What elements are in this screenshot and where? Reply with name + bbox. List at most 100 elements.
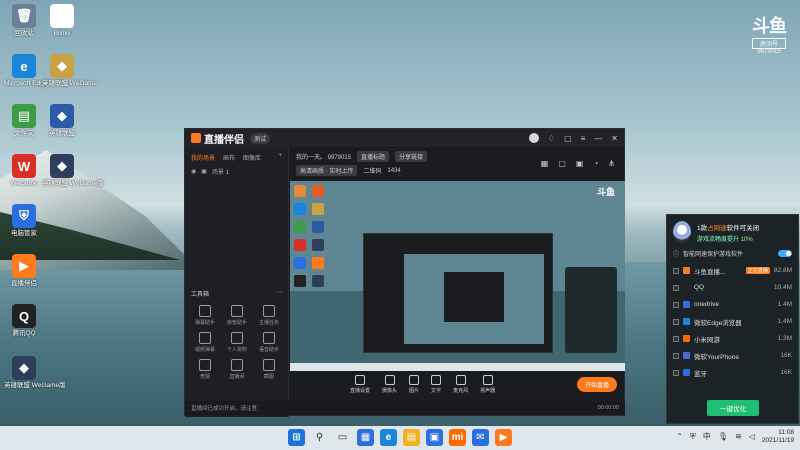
process-checkbox[interactable] bbox=[673, 318, 679, 325]
scene-panel: 我的场景 画布 图像库 + ◉ ▣ 场景 1 工具箱 ⋯ 弹幕助手 房管助手 主播任… bbox=[185, 147, 289, 417]
taskbar-start-icon[interactable]: ⊞ bbox=[288, 429, 305, 446]
tool-icon bbox=[199, 332, 211, 344]
process-checkbox[interactable] bbox=[673, 369, 679, 376]
process-row[interactable]: 微软Edge浏览器 1.4M bbox=[667, 313, 798, 330]
accelerate-toggle[interactable] bbox=[778, 250, 792, 257]
wifi-icon[interactable]: ≋ bbox=[735, 432, 742, 441]
desktop-icon[interactable]: W WeGame bbox=[4, 154, 44, 187]
desktop-icon[interactable]: ▤ 文件夹 bbox=[4, 104, 44, 137]
process-row[interactable]: onedrive 1.4M bbox=[667, 296, 798, 313]
desktop-icon[interactable]: ◆ 英雄联盟 WeGame bbox=[42, 54, 97, 87]
desktop-icon[interactable]: ◆ 英雄联盟 bbox=[42, 104, 82, 137]
tab-image-library[interactable]: 图像库 bbox=[243, 153, 261, 162]
toolbox-item[interactable]: 房管助手 bbox=[221, 305, 253, 326]
bottom-tool[interactable]: 图片 bbox=[409, 375, 419, 394]
bell-icon[interactable]: ◔ bbox=[593, 159, 598, 168]
edit-title-button[interactable]: 直播标题 bbox=[357, 151, 390, 162]
shirt-icon[interactable]: ♢ bbox=[548, 134, 555, 143]
desktop-icon[interactable]: e Microsoft Edge bbox=[4, 54, 47, 87]
go-live-button[interactable]: 开始直播 bbox=[576, 377, 617, 392]
accelerate-label: 智能网速保护游戏软件 bbox=[683, 252, 744, 258]
ime-indicator[interactable]: 中 bbox=[703, 431, 711, 442]
process-row[interactable]: 小米网游 1.3M bbox=[667, 330, 798, 347]
chevron-up-icon[interactable]: ⌃ bbox=[676, 432, 683, 441]
desktop-icon[interactable]: ◆ 英雄联盟 WeGame版 bbox=[42, 154, 104, 187]
process-checkbox[interactable] bbox=[673, 335, 679, 342]
clock[interactable]: 11:08 2021/11/19 bbox=[762, 429, 794, 445]
process-checkbox[interactable] bbox=[673, 284, 679, 291]
tab-canvas[interactable]: 画布 bbox=[223, 153, 235, 162]
lock-icon[interactable]: ▣ bbox=[576, 159, 584, 168]
bottom-toolbar: 直播设置 摄像头 图片 文字 麦克风 扬声器 bbox=[350, 375, 495, 394]
desktop-icon[interactable]: Q 腾讯QQ bbox=[4, 304, 44, 337]
desktop-icon-label: 英雄联盟 bbox=[49, 130, 75, 137]
toolbox-more-icon[interactable]: ⋯ bbox=[277, 289, 283, 298]
version-badge[interactable]: 测试 bbox=[250, 132, 271, 144]
desktop-icon[interactable]: ▶ Bilibili bbox=[42, 4, 82, 37]
process-row[interactable]: 微软YourPhone 16K bbox=[667, 347, 798, 364]
quality-badge[interactable]: 高清画质 · 实时上传 bbox=[296, 165, 358, 176]
eye-icon[interactable]: ◉ bbox=[191, 168, 196, 175]
stream-preview[interactable]: 斗鱼 bbox=[290, 181, 625, 371]
chat-icon[interactable]: ▢ bbox=[564, 134, 572, 143]
shield-icon[interactable]: ⛨ bbox=[690, 432, 696, 442]
desktop-icon-label: Bilibili bbox=[53, 30, 71, 37]
desktop-icon[interactable]: ◆ 英雄联盟 WeGame版 bbox=[4, 356, 66, 389]
toolbox-item[interactable]: 个人资料 bbox=[221, 332, 253, 353]
toolbox-item[interactable]: 直播间 bbox=[221, 359, 253, 380]
share-link-button[interactable]: 分享链接 bbox=[395, 151, 428, 162]
process-row[interactable]: 斗鱼直播... 正在直播 82.8M bbox=[667, 262, 798, 279]
bottom-tool[interactable]: 扬声器 bbox=[480, 375, 495, 394]
close-icon[interactable]: ✕ bbox=[611, 134, 618, 143]
minimize-icon[interactable]: — bbox=[594, 134, 602, 143]
speaker-icon[interactable]: ◁ bbox=[749, 432, 755, 441]
desktop-icon[interactable]: ▶ 直播伴侣 bbox=[4, 254, 44, 287]
toolbox-item[interactable]: 弹幕助手 bbox=[189, 305, 221, 326]
scene-item[interactable]: ◉ ▣ 场景 1 bbox=[185, 165, 288, 178]
optimize-button[interactable]: 一键优化 bbox=[707, 400, 759, 416]
qr-code-label[interactable]: 二维码 bbox=[363, 166, 381, 175]
toolbox-item[interactable]: 视频弹幕 bbox=[189, 332, 221, 353]
bottom-tool-label: 图片 bbox=[409, 388, 420, 394]
process-checkbox[interactable] bbox=[673, 352, 679, 359]
layout-icon[interactable]: ▦ bbox=[541, 159, 549, 168]
taskbar-store-icon[interactable]: ▣ bbox=[426, 429, 443, 446]
bottom-tool[interactable]: 文字 bbox=[431, 375, 441, 394]
settings-icon[interactable]: ≡ bbox=[581, 134, 586, 143]
taskbar-task-view-icon[interactable]: ▭ bbox=[334, 429, 351, 446]
desktop-icon[interactable]: 🗑 回收站 bbox=[4, 4, 44, 37]
process-checkbox[interactable] bbox=[673, 301, 679, 308]
taskbar-mi-icon[interactable]: mi bbox=[449, 429, 466, 446]
taskbar-mail-icon[interactable]: ✉ bbox=[472, 429, 489, 446]
taskbar-douyu-icon[interactable]: ▶ bbox=[495, 429, 512, 446]
toolbox-item[interactable]: 竞猜 bbox=[189, 359, 221, 380]
bottom-tool[interactable]: 麦克风 bbox=[453, 375, 468, 394]
bottom-tool[interactable]: 直播设置 bbox=[350, 375, 370, 394]
recursive-preview bbox=[363, 233, 553, 353]
share-icon[interactable]: ⋔ bbox=[608, 159, 615, 168]
record-icon[interactable]: ▢ bbox=[558, 159, 566, 168]
process-checkbox[interactable] bbox=[673, 267, 679, 274]
bottom-tool[interactable]: 摄像头 bbox=[382, 375, 397, 394]
popup-header: 1款占网速软件可关闭 游戏流畅度提升 10% bbox=[667, 215, 798, 249]
process-size: 1.4M bbox=[777, 301, 792, 308]
process-row[interactable]: 蓝牙 16K bbox=[667, 364, 798, 381]
process-tag: 正在直播 bbox=[745, 267, 770, 274]
taskbar-search-icon[interactable]: ⚲ bbox=[311, 429, 328, 446]
toolbox-item[interactable]: 截图 bbox=[253, 359, 285, 380]
desktop-icon[interactable]: ⛨ 电脑管家 bbox=[4, 204, 44, 237]
taskbar-explorer-icon[interactable]: ▤ bbox=[403, 429, 420, 446]
process-name: 斗鱼直播... bbox=[694, 268, 726, 276]
mic-icon[interactable]: 🎙 bbox=[718, 432, 728, 441]
add-icon[interactable]: + bbox=[278, 153, 282, 162]
toolbox-item[interactable]: 主播任务 bbox=[253, 305, 285, 326]
douyu-watermark: 斗鱼 房间号 9979015 bbox=[752, 12, 787, 55]
taskbar-widgets-icon[interactable]: ▦ bbox=[357, 429, 374, 446]
toolbox-item[interactable]: 语音助手 bbox=[253, 332, 285, 353]
tab-my-scenes[interactable]: 我的场景 bbox=[191, 153, 215, 162]
avatar[interactable] bbox=[528, 133, 539, 143]
lock-icon[interactable]: ▣ bbox=[201, 168, 207, 175]
process-row[interactable]: QQ 10.4M bbox=[667, 279, 798, 296]
taskbar-edge-icon[interactable]: e bbox=[380, 429, 397, 446]
stream-timer: 00:00:00 bbox=[597, 405, 619, 411]
